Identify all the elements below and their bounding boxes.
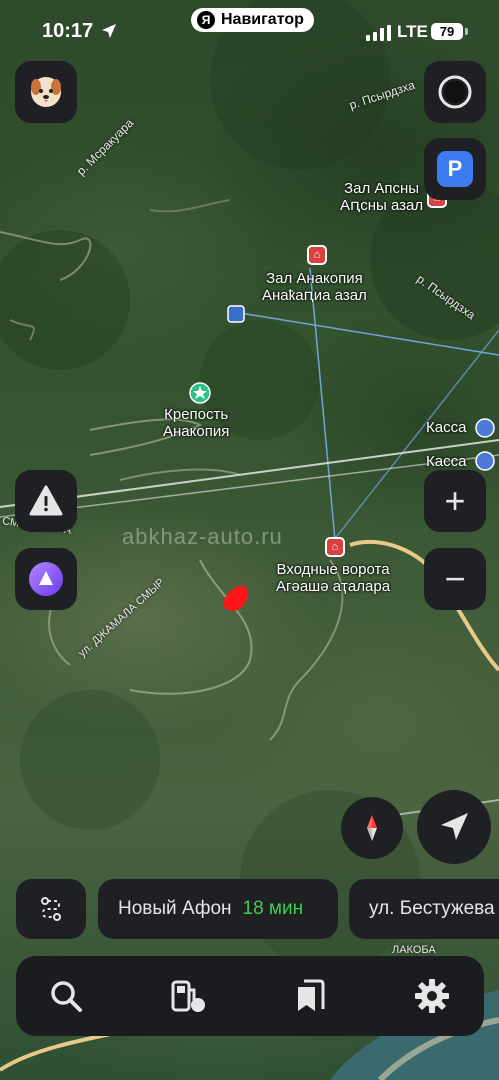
- entrance-gate-label[interactable]: Входные ворота Агәашә аҭалара: [276, 561, 390, 595]
- fortress-name-line1: Крепость: [164, 406, 229, 423]
- profile-button[interactable]: [15, 61, 77, 123]
- warning-icon: [29, 485, 63, 516]
- hall-anakopia-name: Зал Анакопия: [266, 270, 363, 287]
- route-eta: 18 мин: [242, 898, 304, 919]
- location-arrow-icon: [102, 24, 116, 38]
- entrance-gate-name-abkhaz: Агәашә аҭалара: [276, 578, 391, 595]
- watermark: abkhaz-auto.ru: [122, 524, 283, 549]
- search-button[interactable]: [46, 976, 86, 1016]
- zoom-out-button[interactable]: −: [424, 548, 486, 610]
- hall-apsny-name-abkhaz: Аԥсны азал: [340, 197, 424, 214]
- app-title: Навигатор: [221, 11, 304, 28]
- my-location-button[interactable]: [417, 790, 491, 864]
- hall-apsny-name: Зал Апсны: [344, 180, 420, 197]
- dog-avatar-icon: [31, 77, 61, 107]
- route-icon: [41, 897, 61, 921]
- compass-icon: [367, 815, 377, 841]
- circle-icon: [438, 75, 472, 109]
- hall-apsny-label[interactable]: Зал Апсны Аԥсны азал: [340, 180, 423, 214]
- navigation-arrow-icon: [441, 813, 468, 840]
- route-chip-secondary[interactable]: ул. Бестужева: [349, 879, 499, 939]
- zoom-in-button[interactable]: +: [424, 470, 486, 532]
- gas-station-icon: [171, 980, 205, 1012]
- signal-icon: [366, 25, 391, 41]
- fortress-label[interactable]: Крепость Анакопия: [163, 406, 229, 440]
- entrance-gate-poi-icon[interactable]: ⌂: [325, 537, 345, 557]
- battery-tip: [465, 28, 468, 35]
- route-destination: Новый Афон: [118, 898, 232, 919]
- parking-button[interactable]: P: [424, 138, 486, 200]
- route-next-destination: ул. Бестужева: [369, 898, 495, 919]
- layers-button[interactable]: [424, 61, 486, 123]
- lakoba-street-label: ЛАКОБА: [392, 944, 436, 956]
- cashbox-label-1[interactable]: Касса: [426, 419, 466, 436]
- parking-icon: P: [437, 151, 473, 187]
- status-time: 10:17: [42, 20, 94, 42]
- fortress-name-line2: Анакопия: [163, 423, 230, 440]
- route-chip-primary[interactable]: Новый Афон 18 мин: [98, 879, 338, 939]
- hall-anakopia-name-abkhaz: Анаҟаԥиа азал: [262, 287, 367, 304]
- network-type: LTE: [397, 22, 428, 41]
- bottom-toolbar: [16, 956, 484, 1036]
- yandex-logo: Я: [197, 11, 215, 29]
- status-bar: 10:17 Я Навигатор LTE 79: [0, 0, 499, 60]
- settings-icon: [415, 979, 449, 1013]
- compass-button[interactable]: [341, 797, 403, 859]
- app-return-pill[interactable]: Я Навигатор: [191, 8, 314, 32]
- alice-assistant-button[interactable]: [15, 548, 77, 610]
- route-options-button[interactable]: [16, 879, 86, 939]
- zoom-in-label: +: [444, 480, 466, 521]
- gas-station-button[interactable]: [168, 976, 208, 1016]
- bookmarks-button[interactable]: [290, 976, 330, 1016]
- bookmarks-icon: [298, 979, 325, 1011]
- entrance-gate-name: Входные ворота: [276, 561, 390, 578]
- zoom-out-label: −: [444, 558, 466, 599]
- alice-icon: [29, 562, 63, 596]
- settings-button[interactable]: [412, 976, 452, 1016]
- hall-anakopia-label[interactable]: Зал Анакопия Анаҟаԥиа азал: [262, 270, 367, 304]
- hall-anakopia-poi-icon[interactable]: ⌂: [307, 245, 327, 265]
- cashbox-label-2[interactable]: Касса: [426, 453, 466, 470]
- battery-level: 79: [431, 23, 463, 40]
- road-alert-button[interactable]: [15, 470, 77, 532]
- search-icon: [51, 981, 82, 1012]
